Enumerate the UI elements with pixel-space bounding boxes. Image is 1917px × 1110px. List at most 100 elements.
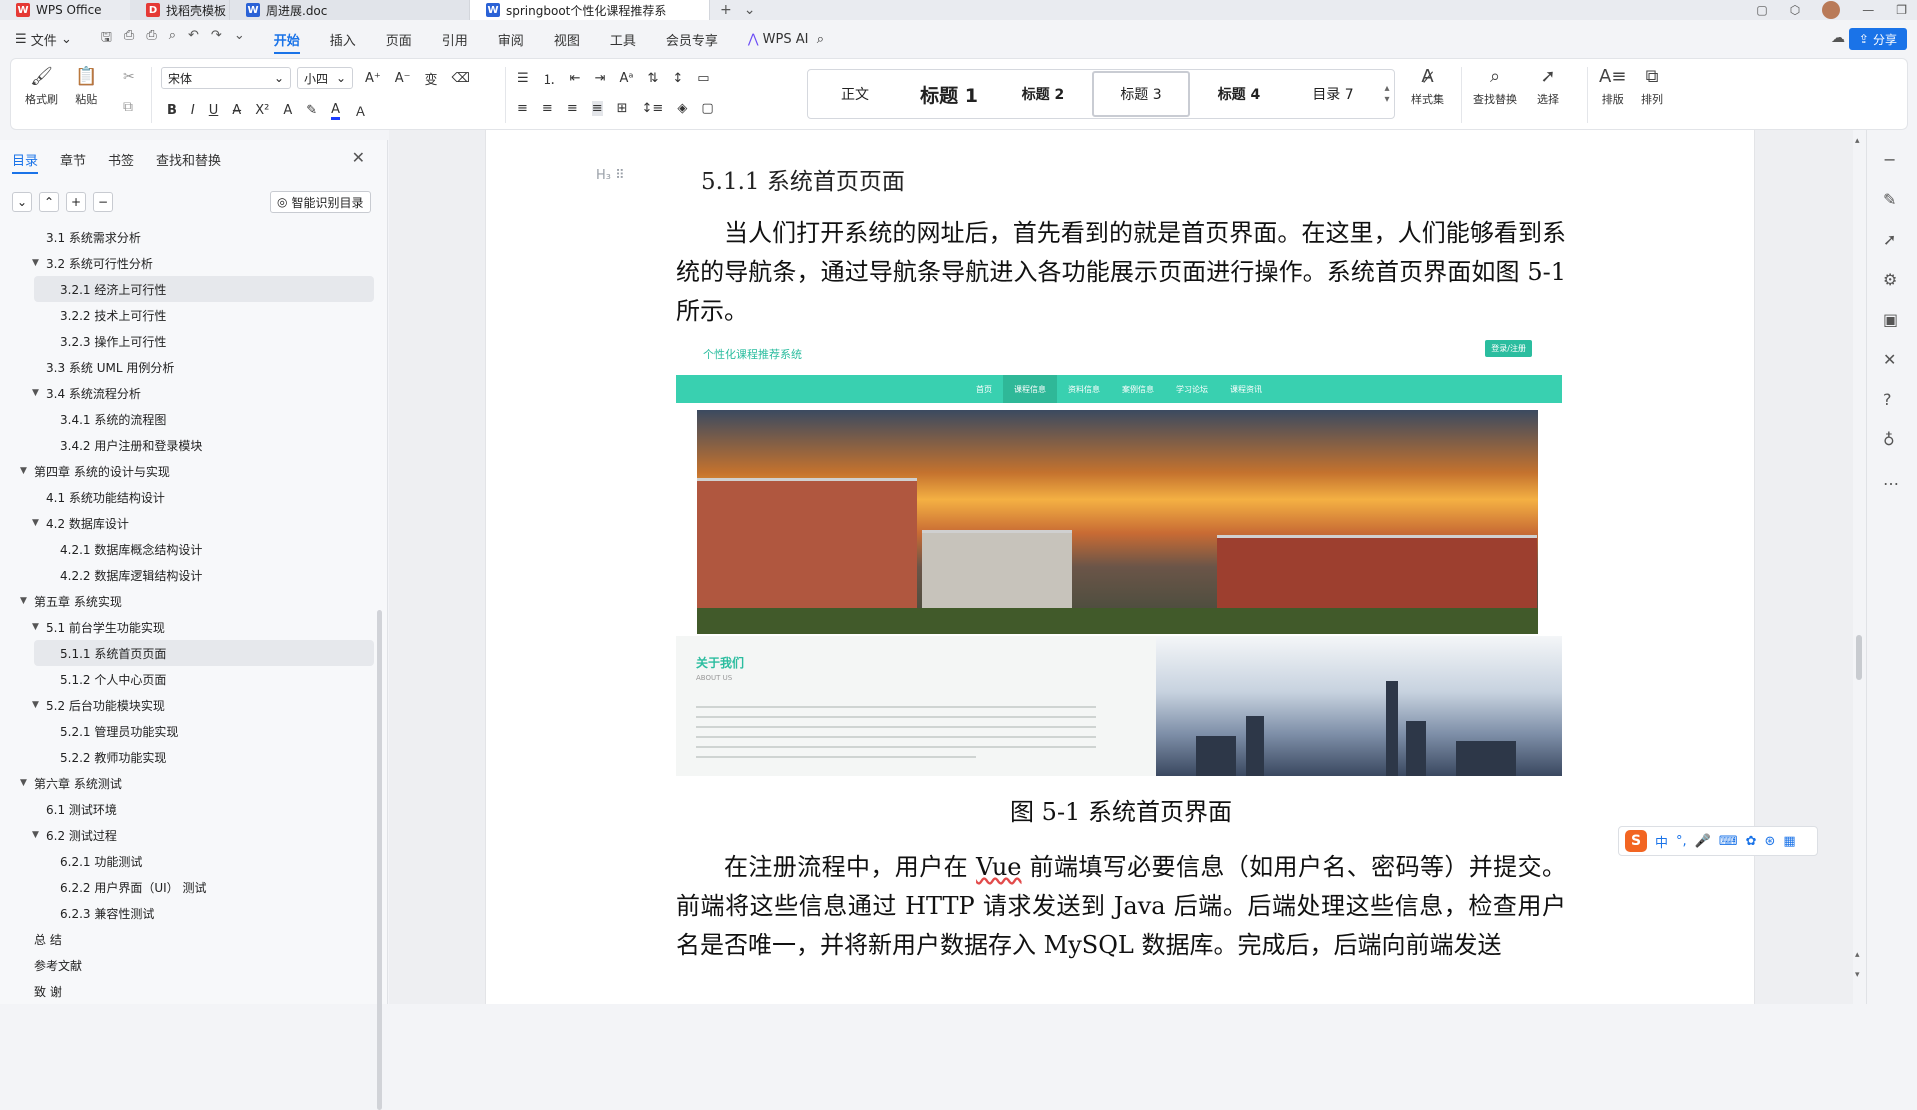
strikethrough-icon[interactable]: A̶ xyxy=(232,103,241,118)
toc-item[interactable]: 3.2.3 操作上可行性 xyxy=(0,328,376,354)
phonetic-icon[interactable]: 变 xyxy=(425,69,438,88)
grow-font-icon[interactable]: A⁺ xyxy=(365,71,381,86)
toc-expand-arrow-icon[interactable]: ▼ xyxy=(32,700,46,710)
toc-expand-arrow-icon[interactable]: ▼ xyxy=(20,596,34,606)
toc-item[interactable]: ▼ 第五章 系统实现 xyxy=(0,588,376,614)
next-page-icon[interactable]: ▾ xyxy=(1855,970,1860,980)
toc-item[interactable]: ▼ 3.2 系统可行性分析 xyxy=(0,250,376,276)
tab-weekly-doc[interactable]: W 周进展.doc xyxy=(230,0,470,20)
line-spacing-icon[interactable]: ↕≡ xyxy=(642,101,664,116)
cloud-icon[interactable]: ☁ xyxy=(1831,30,1845,46)
arrange-button[interactable]: ⧉ 排列 xyxy=(1641,67,1663,107)
distributed-icon[interactable]: ⊞ xyxy=(617,101,628,116)
toc-item[interactable]: 致 谢 xyxy=(0,978,376,1004)
style-heading-2[interactable]: 标题 2 xyxy=(996,71,1090,117)
tab-sections[interactable]: 章节 xyxy=(60,150,86,174)
chevron-down-icon[interactable]: ⌄ xyxy=(12,192,32,212)
menu-page[interactable]: 页面 xyxy=(371,20,427,58)
toc-item[interactable]: 4.2.2 数据库逻辑结构设计 xyxy=(0,562,376,588)
grid-icon[interactable]: ▦ xyxy=(1783,834,1795,849)
toc-item[interactable]: 3.3 系统 UML 用例分析 xyxy=(0,354,376,380)
pen-icon[interactable]: ✎ xyxy=(1883,190,1896,209)
sort-icon[interactable]: ⇅ xyxy=(647,71,658,86)
heading-marker[interactable]: H₃ ⠿ xyxy=(596,168,625,183)
font-color-icon[interactable]: A xyxy=(331,102,341,120)
tools-icon[interactable]: ✕ xyxy=(1883,350,1896,369)
spellcheck-word[interactable]: Vue xyxy=(976,853,1021,881)
text-effect-icon[interactable]: A xyxy=(283,103,292,118)
increase-indent-icon[interactable]: ⇥ xyxy=(595,71,606,86)
toc-expand-arrow-icon[interactable]: ▼ xyxy=(20,466,34,476)
chinese-layout-icon[interactable]: ↕ xyxy=(672,71,683,86)
wps-ai-button[interactable]: ⋀ WPS AI ⌕ xyxy=(733,20,839,58)
file-menu[interactable]: ☰ 文件 ⌄ xyxy=(0,20,87,58)
shading-icon[interactable]: ◈ xyxy=(677,101,687,116)
underline-icon[interactable]: U xyxy=(209,103,219,118)
restore-icon[interactable]: ❐ xyxy=(1896,3,1907,17)
punctuation-icon[interactable]: °, xyxy=(1676,834,1687,849)
document-scrollbar[interactable]: ▴ ▴ ▾ xyxy=(1853,130,1866,1004)
clear-format-icon[interactable]: ⌫ xyxy=(452,71,470,86)
cube-icon[interactable]: ⬡ xyxy=(1790,3,1800,17)
toc-item[interactable]: ▼ 6.2 测试过程 xyxy=(0,822,376,848)
redo-icon[interactable]: ↷ xyxy=(211,28,222,50)
save-icon[interactable]: 🖫 xyxy=(101,28,112,50)
toc-item[interactable]: 4.1 系统功能结构设计 xyxy=(0,484,376,510)
style-heading-4[interactable]: 标题 4 xyxy=(1192,71,1286,117)
toc-item[interactable]: 参考文献 xyxy=(0,952,376,978)
skin-icon[interactable]: ✿ xyxy=(1746,834,1757,849)
char-shading-icon[interactable]: Ａ xyxy=(354,101,367,120)
toc-item[interactable]: ▼ 第四章 系统的设计与实现 xyxy=(0,458,376,484)
help-icon[interactable]: ? xyxy=(1883,390,1892,409)
find-replace-button[interactable]: ⌕ 查找替换 xyxy=(1473,67,1517,107)
style-toc-7[interactable]: 目录 7 xyxy=(1286,71,1380,117)
microphone-icon[interactable]: 🎤 xyxy=(1695,834,1711,849)
select-button[interactable]: ➚ 选择 xyxy=(1537,67,1559,107)
menu-view[interactable]: 视图 xyxy=(539,20,595,58)
toc-item[interactable]: 3.2.2 技术上可行性 xyxy=(0,302,376,328)
expand-icon[interactable]: + xyxy=(66,192,86,212)
scroll-up-icon[interactable]: ▴ xyxy=(1855,136,1860,146)
format-painter-button[interactable]: 🖌 格式刷 xyxy=(25,67,58,107)
toc-expand-arrow-icon[interactable]: ▼ xyxy=(20,778,34,788)
toc-item[interactable]: 6.2.2 用户界面（UI） 测试 xyxy=(0,874,376,900)
copy-icon[interactable]: ⧉ xyxy=(123,99,133,115)
style-heading-1[interactable]: 标题 1 xyxy=(902,71,996,117)
decrease-indent-icon[interactable]: ⇤ xyxy=(570,71,581,86)
undo-icon[interactable]: ↶ xyxy=(188,28,199,50)
tab-toc[interactable]: 目录 xyxy=(12,150,39,174)
toc-item[interactable]: ▼ 3.4 系统流程分析 xyxy=(0,380,376,406)
paste-button[interactable]: 📋 粘贴 xyxy=(75,67,97,107)
show-marks-icon[interactable]: ▭ xyxy=(697,71,709,86)
tab-current-doc[interactable]: W springboot个性化课程推荐系 xyxy=(470,0,710,20)
toc-item[interactable]: 4.2.1 数据库概念结构设计 xyxy=(0,536,376,562)
ime-toolbar[interactable]: S 中 °, 🎤 ⌨ ✿ ⊛ ▦ xyxy=(1618,826,1818,856)
bold-icon[interactable]: B xyxy=(167,103,177,118)
menu-reference[interactable]: 引用 xyxy=(427,20,483,58)
preview-icon[interactable]: ⌕ xyxy=(169,28,176,50)
toc-item[interactable]: 5.2.2 教师功能实现 xyxy=(0,744,376,770)
cursor-icon[interactable]: ➚ xyxy=(1883,230,1896,249)
toc-item[interactable]: 5.2.1 管理员功能实现 xyxy=(0,718,376,744)
tab-find-replace[interactable]: 查找和替换 xyxy=(156,150,221,174)
toc-item[interactable]: 3.1 系统需求分析 xyxy=(0,224,376,250)
menu-home[interactable]: 开始 xyxy=(259,20,315,58)
menu-insert[interactable]: 插入 xyxy=(315,20,371,58)
chevron-down-icon[interactable]: ⌄ xyxy=(234,28,245,50)
toc-item[interactable]: 5.1.2 个人中心页面 xyxy=(0,666,376,692)
export-icon[interactable]: ⎙ xyxy=(124,28,134,50)
toc-item[interactable]: 6.2.3 兼容性测试 xyxy=(0,900,376,926)
font-size-select[interactable]: 小四 ⌄ xyxy=(297,67,353,89)
superscript-icon[interactable]: X² xyxy=(255,103,269,118)
ime-mode[interactable]: 中 xyxy=(1655,832,1668,851)
toc-item[interactable]: 3.4.1 系统的流程图 xyxy=(0,406,376,432)
smart-toc-button[interactable]: ◎ 智能识别目录 xyxy=(270,191,371,213)
collapse-icon[interactable]: − xyxy=(93,192,113,212)
toc-expand-arrow-icon[interactable]: ▼ xyxy=(32,622,46,632)
avatar[interactable] xyxy=(1822,1,1841,19)
bullet-list-icon[interactable]: ☰ xyxy=(517,71,529,86)
menu-review[interactable]: 审阅 xyxy=(483,20,539,58)
toc-expand-arrow-icon[interactable]: ▼ xyxy=(32,388,46,398)
share-button[interactable]: ⇪ 分享 xyxy=(1848,28,1907,50)
highlight-icon[interactable]: ✎ xyxy=(306,103,317,118)
